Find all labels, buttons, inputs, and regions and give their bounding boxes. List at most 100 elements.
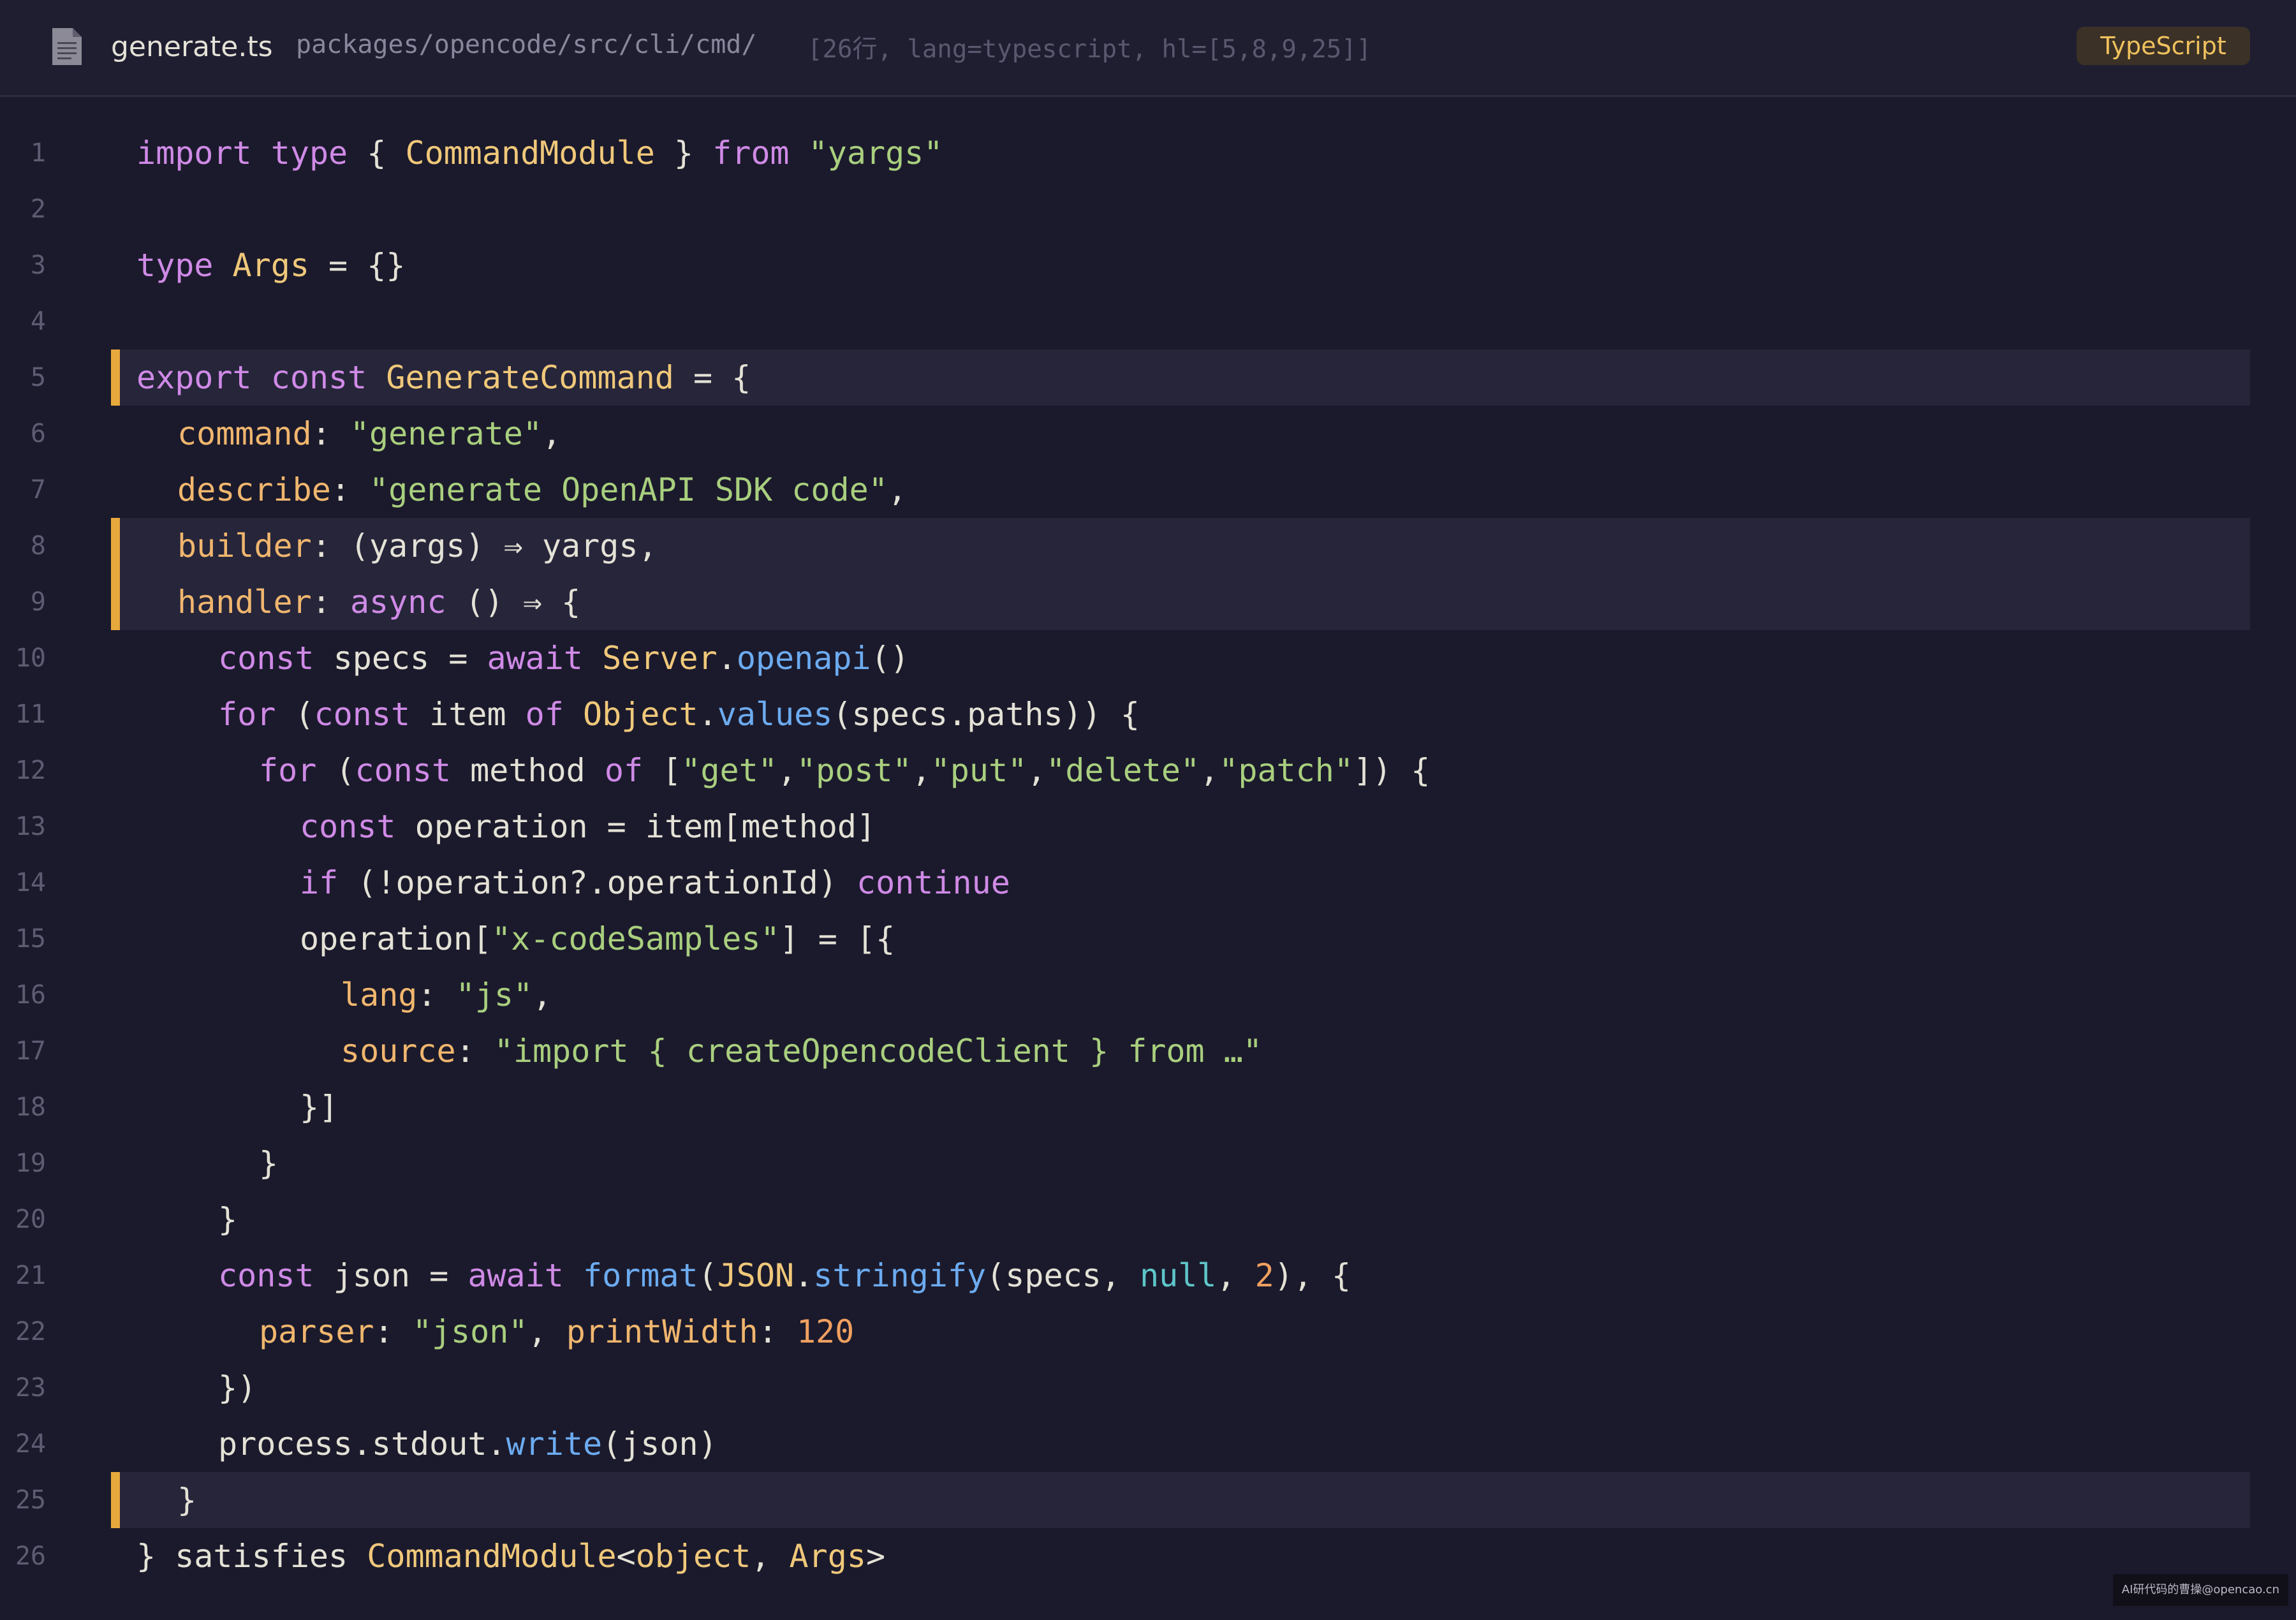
highlight-marker (111, 518, 120, 574)
code-token: null (1140, 1257, 1217, 1294)
code-line[interactable]: 5 export const GenerateCommand = { (0, 350, 2296, 406)
code-token: source (341, 1033, 456, 1070)
code-token: . (698, 696, 718, 733)
code-token: = {} (309, 247, 406, 284)
code-line[interactable]: 9 handler: async () ⇒ { (0, 574, 2296, 630)
code-token: CommandModule (405, 135, 655, 172)
highlight-background (111, 1472, 2250, 1528)
code-text: operation["x-codeSamples"] = [{ (136, 911, 895, 967)
code-line[interactable]: 16 lang: "js", (0, 967, 2296, 1023)
line-number: 3 (30, 251, 46, 280)
code-line[interactable]: 22 parser: "json", printWidth: 120 (0, 1304, 2296, 1360)
line-number: 4 (30, 307, 46, 336)
code-line[interactable]: 23}) (0, 1360, 2296, 1416)
code-line[interactable]: 13 const operation = item[method] (0, 799, 2296, 855)
code-line[interactable]: 12 for (const method of ["get","post","pu… (0, 742, 2296, 799)
code-token: "get" (681, 752, 777, 789)
code-token: : (330, 471, 370, 508)
code-line[interactable]: 7 describe: "generate OpenAPI SDK code", (0, 462, 2296, 518)
line-number: 19 (15, 1149, 46, 1178)
file-meta: [26行, lang=typescript, hl=[5,8,9,25]] (807, 35, 1372, 64)
line-number: 15 (15, 924, 46, 954)
code-token: method (451, 752, 605, 789)
code-line[interactable]: 6 command: "generate", (0, 406, 2296, 462)
code-line[interactable]: 10 const specs = await Server.openapi() (0, 630, 2296, 686)
code-token: , (533, 976, 552, 1013)
code-token: specs = (314, 640, 487, 677)
code-line[interactable]: 26} satisfies CommandModule<object, Args… (0, 1528, 2296, 1584)
code-token: ( (698, 1257, 718, 1294)
code-token: const (218, 1257, 314, 1294)
line-number: 5 (30, 363, 46, 392)
code-token: . (717, 640, 737, 677)
code-text: type Args = {} (136, 237, 405, 293)
code-token: const (218, 640, 314, 677)
code-line[interactable]: 14 if (!operation?.operationId) continue (0, 855, 2296, 911)
code-token: : (374, 1313, 413, 1350)
code-token: parser (259, 1313, 374, 1350)
code-token: CommandModule (367, 1538, 617, 1575)
code-token: object (635, 1538, 751, 1575)
code-line[interactable]: 21 const json = await format(JSON.stringi… (0, 1248, 2296, 1304)
code-token: async (350, 584, 446, 621)
code-line[interactable]: 17 source: "import { createOpencodeClient… (0, 1023, 2296, 1079)
document-icon (52, 28, 82, 65)
file-name[interactable]: generate.ts (111, 28, 273, 66)
code-token: export (136, 359, 252, 396)
code-line[interactable]: 3 type Args = {} (0, 237, 2296, 293)
code-line[interactable]: 20} (0, 1191, 2296, 1248)
line-number: 6 (30, 419, 46, 448)
code-text: const operation = item[method] (136, 799, 876, 855)
code-line[interactable]: 1 import type { CommandModule } from "yar… (0, 125, 2296, 181)
code-token: item (410, 696, 526, 733)
code-token: "generate" (350, 415, 542, 452)
line-number: 25 (15, 1485, 46, 1515)
line-number: 23 (15, 1373, 46, 1403)
code-token: of (525, 696, 564, 733)
code-token: import (136, 135, 252, 172)
code-text: } (136, 1191, 237, 1248)
code-line[interactable]: 2 (0, 181, 2296, 237)
code-line[interactable]: 15 operation["x-codeSamples"] = [{ (0, 911, 2296, 967)
code-text: if (!operation?.operationId) continue (136, 855, 1010, 911)
code-token: , (1200, 752, 1219, 789)
line-number: 16 (15, 980, 46, 1010)
code-token: ), { (1274, 1257, 1351, 1294)
code-line[interactable]: 11 for (const item of Object.values(specs… (0, 686, 2296, 742)
code-text: }) (136, 1360, 256, 1416)
code-token: }) (218, 1369, 257, 1406)
code-text: const json = await format(JSON.stringify… (136, 1248, 1351, 1304)
line-number: 13 (15, 812, 46, 841)
code-token: const (355, 752, 452, 789)
code-line[interactable]: 19} (0, 1135, 2296, 1191)
code-text: for (const method of ["get","post","put"… (136, 742, 1430, 799)
code-token: , (527, 1313, 566, 1350)
code-line[interactable]: 24 process.stdout.write(json) (0, 1416, 2296, 1472)
code-line[interactable]: 25} (0, 1472, 2296, 1528)
code-token: , (911, 752, 931, 789)
code-token: "x-codeSamples" (492, 920, 780, 957)
code-token: await (487, 640, 583, 677)
code-token: "delete" (1046, 752, 1200, 789)
code-line[interactable]: 8 builder: (yargs) ⇒ yargs, (0, 518, 2296, 574)
code-token: "generate OpenAPI SDK code" (369, 471, 888, 508)
line-number: 24 (15, 1429, 46, 1459)
code-line[interactable]: 4 (0, 293, 2296, 350)
code-token: > (865, 1538, 886, 1575)
code-token: if (300, 864, 339, 901)
code-text: describe: "generate OpenAPI SDK code", (136, 462, 907, 518)
code-token: json = (314, 1257, 468, 1294)
code-text: }] (136, 1079, 338, 1135)
code-token: 120 (796, 1313, 855, 1350)
line-number: 10 (15, 644, 46, 673)
code-token: = { (673, 359, 751, 396)
code-token: "import { createOpencodeClient } from …" (494, 1033, 1262, 1070)
highlight-marker (111, 574, 120, 630)
code-line[interactable]: 18}] (0, 1079, 2296, 1135)
code-token: "js" (455, 976, 533, 1013)
language-badge: TypeScript (2077, 27, 2250, 65)
code-token: lang (341, 976, 418, 1013)
